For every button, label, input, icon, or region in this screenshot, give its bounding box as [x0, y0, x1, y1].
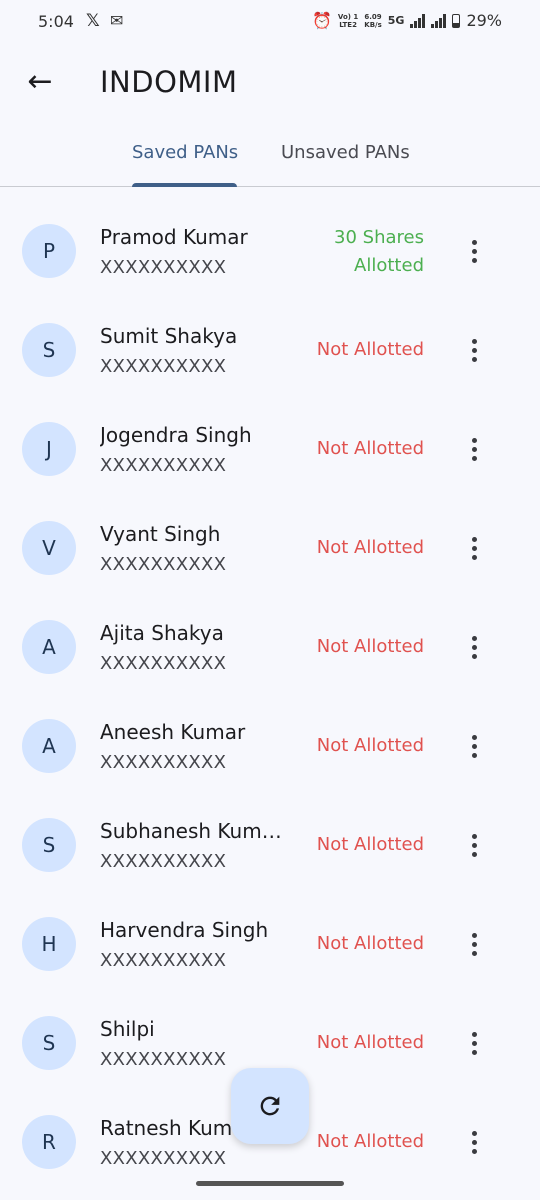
pan-list: P Pramod Kumar XXXXXXXXXX 30 Shares Allo…: [0, 200, 540, 1190]
pan-holder-name: Subhanesh Kum…: [100, 819, 282, 843]
status-bar: 5:04 𝕏 ✉ ⏰ Vo) 1 LTE2 6.09 KB/s 5G 29%: [0, 0, 540, 44]
pan-number: XXXXXXXXXX: [100, 1049, 227, 1070]
gesture-nav-handle[interactable]: [196, 1181, 344, 1186]
pan-number: XXXXXXXXXX: [100, 653, 227, 674]
pan-holder-name: Vyant Singh: [100, 522, 221, 546]
list-item[interactable]: J Jogendra Singh XXXXXXXXXX Not Allotted: [0, 398, 540, 497]
network-type: 5G: [387, 14, 405, 27]
pan-number: XXXXXXXXXX: [100, 455, 227, 476]
network-speed: 6.09 KB/s: [364, 12, 382, 29]
pan-number: XXXXXXXXXX: [100, 1148, 227, 1169]
more-vert-icon[interactable]: [460, 1124, 488, 1160]
battery-percent: 29%: [466, 11, 502, 30]
alarm-icon: ⏰: [311, 11, 332, 30]
mail-icon: ✉: [110, 11, 124, 30]
list-item[interactable]: S Sumit Shakya XXXXXXXXXX Not Allotted: [0, 299, 540, 398]
tab-bar: Saved PANs Unsaved PANs: [0, 120, 540, 187]
pan-holder-name: Shilpi: [100, 1017, 155, 1041]
page-title: INDOMIM: [100, 65, 238, 99]
more-vert-icon[interactable]: [460, 233, 488, 269]
allotment-status: Not Allotted: [316, 537, 424, 558]
allotment-status: 30 Shares Allotted: [334, 227, 424, 276]
more-vert-icon[interactable]: [460, 728, 488, 764]
status-indicators: ⏰ Vo) 1 LTE2 6.09 KB/s 5G 29%: [312, 11, 502, 30]
pan-holder-name: Aneesh Kumar: [100, 720, 246, 744]
pan-number: XXXXXXXXXX: [100, 554, 227, 575]
allotment-status: Not Allotted: [316, 1032, 424, 1053]
avatar: S: [22, 818, 76, 872]
pan-number: XXXXXXXXXX: [100, 851, 227, 872]
pan-number: XXXXXXXXXX: [100, 752, 227, 773]
avatar: H: [22, 917, 76, 971]
refresh-icon: [260, 1096, 280, 1116]
signal-icon-2: [431, 13, 447, 28]
avatar: J: [22, 422, 76, 476]
pan-number: XXXXXXXXXX: [100, 950, 227, 971]
more-vert-icon[interactable]: [460, 1025, 488, 1061]
more-vert-icon[interactable]: [460, 431, 488, 467]
allotment-status: Not Allotted: [316, 339, 424, 360]
list-item[interactable]: P Pramod Kumar XXXXXXXXXX 30 Shares Allo…: [0, 200, 540, 299]
list-item[interactable]: A Aneesh Kumar XXXXXXXXXX Not Allotted: [0, 695, 540, 794]
allotment-status: Not Allotted: [316, 438, 424, 459]
allotment-status: Not Allotted: [316, 834, 424, 855]
volte-indicator: Vo) 1 LTE2: [337, 12, 359, 29]
avatar: V: [22, 521, 76, 575]
avatar: P: [22, 224, 76, 278]
refresh-button[interactable]: [231, 1068, 309, 1144]
avatar: A: [22, 719, 76, 773]
more-vert-icon[interactable]: [460, 827, 488, 863]
avatar: R: [22, 1115, 76, 1169]
avatar: S: [22, 323, 76, 377]
pan-holder-name: Sumit Shakya: [100, 324, 238, 348]
pan-number: XXXXXXXXXX: [100, 356, 227, 377]
list-item[interactable]: H Harvendra Singh XXXXXXXXXX Not Allotte…: [0, 893, 540, 992]
allotment-status: Not Allotted: [316, 933, 424, 954]
avatar: A: [22, 620, 76, 674]
tab-unsaved-pans[interactable]: Unsaved PANs: [281, 142, 410, 163]
tab-saved-pans[interactable]: Saved PANs: [132, 142, 238, 163]
battery-icon: [452, 13, 461, 28]
more-vert-icon[interactable]: [460, 926, 488, 962]
more-vert-icon[interactable]: [460, 629, 488, 665]
allotment-status: Not Allotted: [316, 735, 424, 756]
pan-holder-name: Harvendra Singh: [100, 918, 269, 942]
pan-holder-name: Pramod Kumar: [100, 225, 248, 249]
allotment-status: Not Allotted: [316, 636, 424, 657]
allotment-status: Not Allotted: [316, 1131, 424, 1152]
avatar: S: [22, 1016, 76, 1070]
more-vert-icon[interactable]: [460, 530, 488, 566]
pan-holder-name: Jogendra Singh: [100, 423, 252, 447]
arrow-back-icon[interactable]: ←: [22, 62, 58, 102]
list-item[interactable]: S Subhanesh Kum… XXXXXXXXXX Not Allotted: [0, 794, 540, 893]
x-app-icon: 𝕏: [86, 11, 100, 31]
more-vert-icon[interactable]: [460, 332, 488, 368]
list-item[interactable]: V Vyant Singh XXXXXXXXXX Not Allotted: [0, 497, 540, 596]
list-item[interactable]: A Ajita Shakya XXXXXXXXXX Not Allotted: [0, 596, 540, 695]
signal-icon: [410, 13, 426, 28]
tab-indicator: [132, 183, 237, 187]
pan-number: XXXXXXXXXX: [100, 257, 227, 278]
status-time: 5:04: [38, 12, 74, 31]
pan-holder-name: Ajita Shakya: [100, 621, 224, 645]
